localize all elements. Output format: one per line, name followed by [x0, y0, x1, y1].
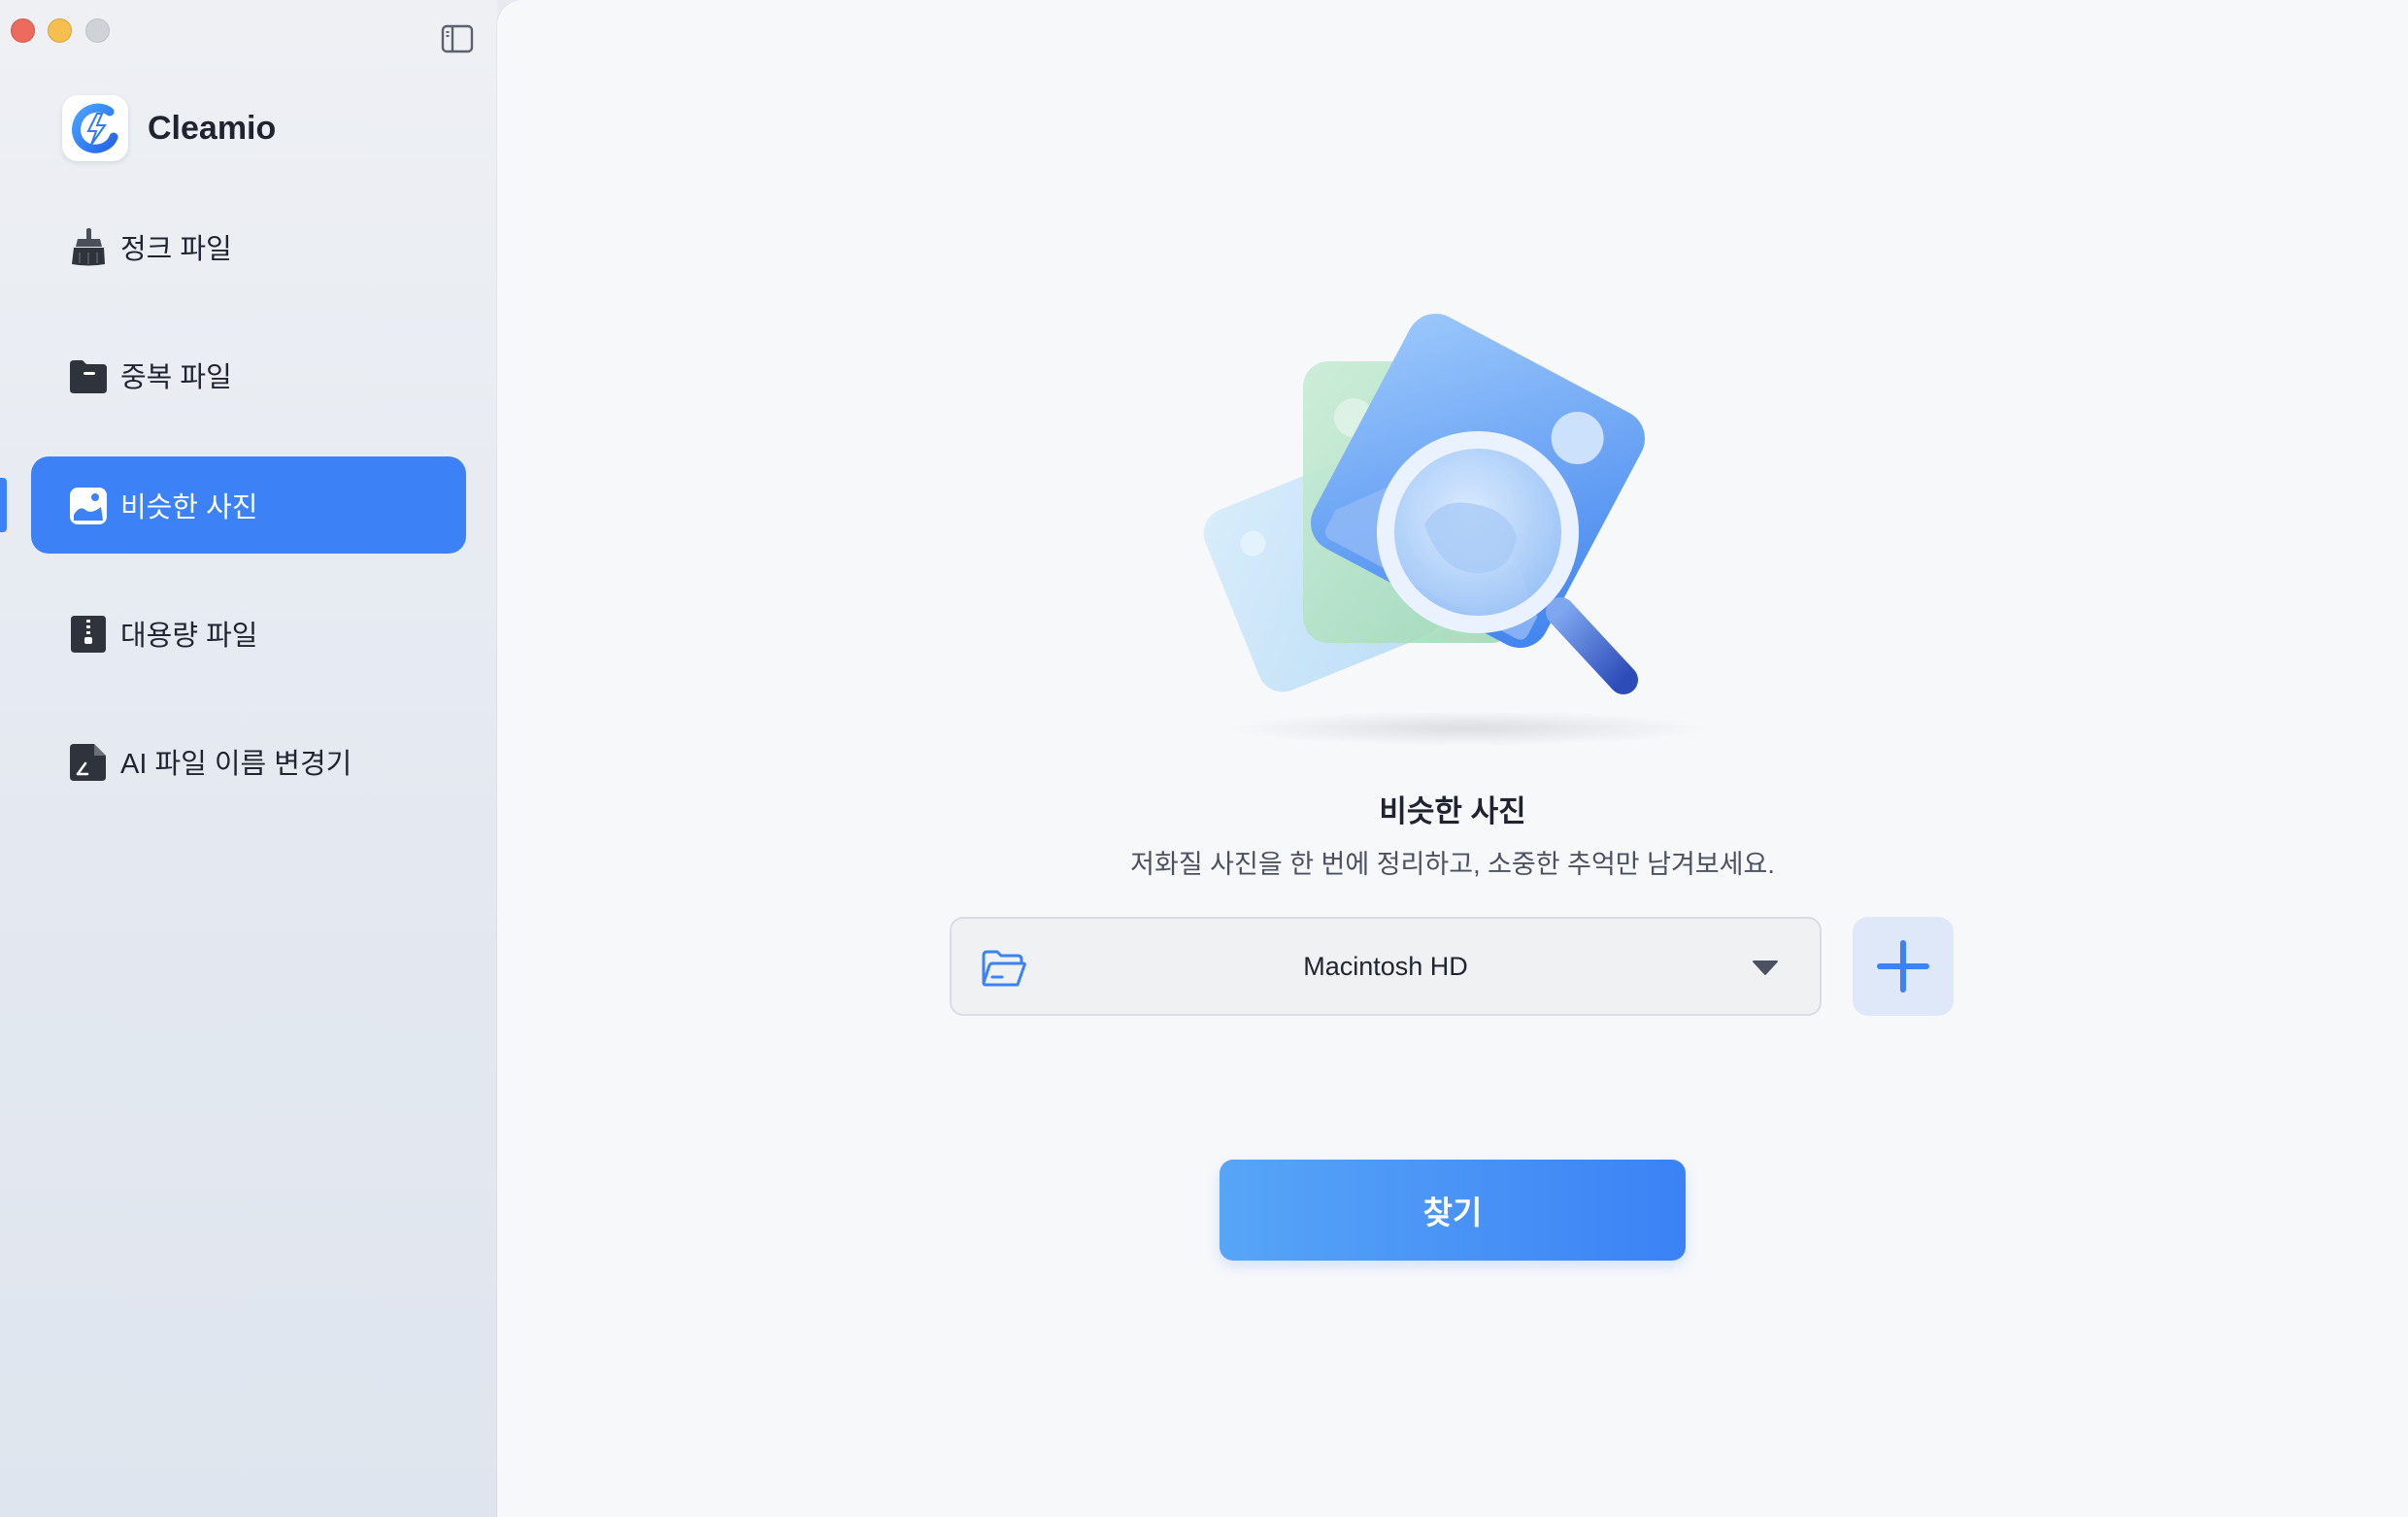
- sidebar-toggle-icon[interactable]: [441, 23, 474, 54]
- location-dropdown[interactable]: Macintosh HD: [950, 917, 1822, 1016]
- add-location-button[interactable]: [1853, 917, 1954, 1016]
- sidebar-item-label: 대용량 파일: [120, 621, 258, 652]
- zip-file-icon: [71, 616, 106, 653]
- sidebar-item-label: AI 파일 이름 변경기: [120, 749, 352, 780]
- similar-photos-illustration: [1203, 313, 1711, 746]
- folder-icon: [70, 360, 107, 393]
- minimize-window-button[interactable]: [48, 18, 72, 43]
- sidebar-item-ai-renamer[interactable]: AI 파일 이름 변경기: [31, 713, 466, 810]
- page-subtitle: 저화질 사진을 한 번에 정리하고, 소중한 추억만 남겨보세요.: [1130, 850, 1775, 879]
- sidebar-item-duplicate-files[interactable]: 중복 파일: [31, 326, 466, 423]
- zoom-window-button[interactable]: [85, 18, 110, 43]
- active-item-indicator: [0, 478, 7, 532]
- app-logo-icon: [62, 95, 128, 161]
- broom-icon: [72, 228, 105, 266]
- sidebar-item-label: 비슷한 사진: [120, 492, 258, 523]
- sidebar-item-junk-files[interactable]: 정크 파일: [31, 198, 466, 295]
- brand: Cleamio: [62, 95, 276, 161]
- sidebar-item-large-files[interactable]: 대용량 파일: [31, 585, 466, 682]
- scan-button[interactable]: 찾기: [1220, 1160, 1686, 1261]
- main-panel: 비슷한 사진 저화질 사진을 한 번에 정리하고, 소중한 추억만 남겨보세요.…: [497, 0, 2408, 1517]
- page-title: 비슷한 사진: [1379, 794, 1526, 828]
- sidebar-item-similar-photos[interactable]: 비슷한 사진: [31, 456, 466, 554]
- sidebar-item-label: 중복 파일: [120, 362, 232, 393]
- plus-icon: [1877, 940, 1929, 993]
- sidebar-item-label: 정크 파일: [120, 234, 232, 265]
- rename-icon: [70, 744, 106, 781]
- location-value: Macintosh HD: [1303, 952, 1468, 981]
- chevron-down-icon: [1753, 961, 1778, 975]
- close-window-button[interactable]: [11, 18, 35, 43]
- app-name: Cleamio: [148, 109, 277, 147]
- sidebar: Cleamio 정크 파일 중복 파일 비슷한 사진 대용량 파일 AI 파일 …: [0, 0, 497, 1517]
- photo-icon: [70, 488, 107, 524]
